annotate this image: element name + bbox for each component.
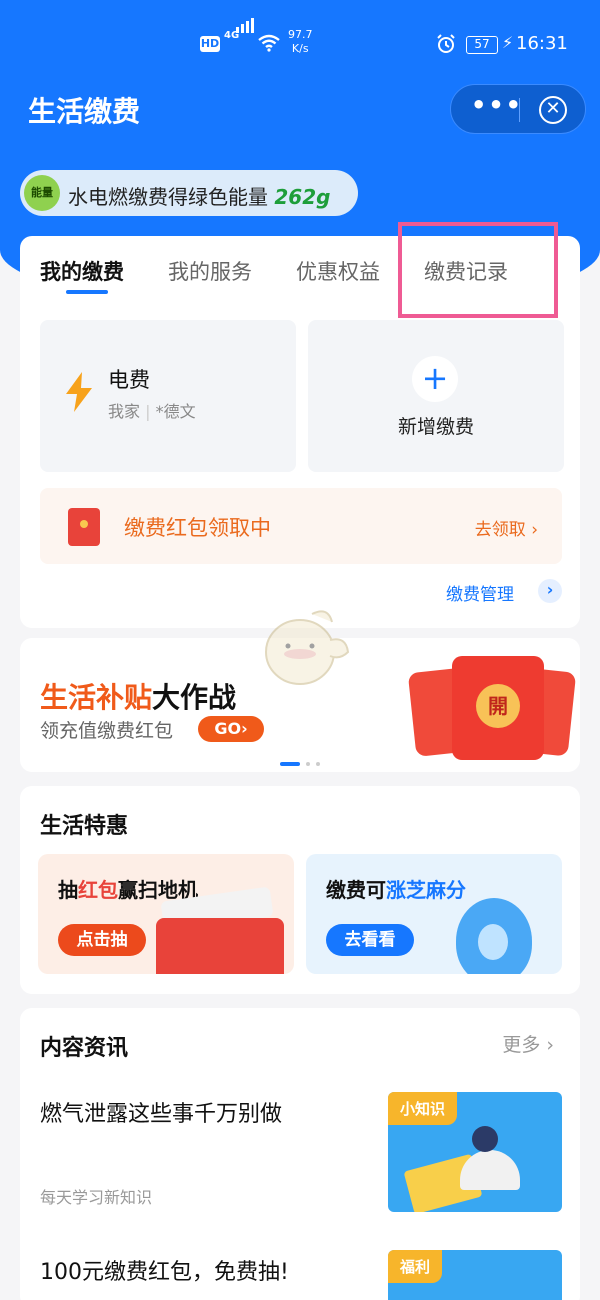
bill-account: 我家 | *德文 bbox=[108, 398, 196, 422]
more-link[interactable]: 更多 › bbox=[502, 1030, 554, 1057]
banner-title-rest: 大作战 bbox=[152, 681, 237, 714]
speed-unit: K/s bbox=[291, 42, 309, 55]
tab-my-payments[interactable]: 我的缴费 bbox=[40, 256, 124, 286]
thumbnail-tag: 小知识 bbox=[388, 1092, 458, 1125]
view-button[interactable]: 去看看 bbox=[326, 924, 414, 956]
draw-button[interactable]: 点击抽 bbox=[58, 924, 146, 956]
promo-title-highlight: 红包 bbox=[78, 878, 118, 902]
close-circle-icon[interactable]: ✕ bbox=[539, 96, 567, 124]
hd-badge: HD bbox=[200, 36, 220, 52]
promo-title-highlight: 涨芝麻分 bbox=[386, 878, 466, 902]
news-thumbnail[interactable]: 小知识 bbox=[388, 1092, 562, 1212]
bill-owner: *德文 bbox=[155, 402, 196, 421]
section-title: 生活特惠 bbox=[40, 814, 129, 839]
energy-badge-icon: 能量 bbox=[24, 175, 60, 211]
status-bar: HD 4G 97.7 K/s 57 ⚡ 16:31 bbox=[0, 0, 600, 70]
network-speed: 97.7 K/s bbox=[288, 28, 313, 56]
add-payment-label: 新增缴费 bbox=[397, 416, 474, 438]
red-envelope-image: 開 bbox=[452, 656, 544, 760]
sesame-drop-image bbox=[456, 898, 532, 974]
chevron-right-icon: › bbox=[531, 520, 538, 540]
promo-title-prefix: 抽 bbox=[58, 878, 78, 902]
clock: 16:31 bbox=[516, 33, 568, 54]
payment-management-link[interactable]: 缴费管理 bbox=[446, 580, 514, 605]
news-thumbnail[interactable]: 福利 bbox=[388, 1250, 562, 1300]
bill-separator: | bbox=[145, 402, 151, 421]
promo-title: 缴费可涨芝麻分 bbox=[326, 874, 466, 903]
mini-app-capsule: ••• ✕ bbox=[450, 84, 586, 134]
banner-title: 生活补贴大作战 bbox=[40, 676, 236, 716]
highlight-annotation-box bbox=[398, 222, 558, 318]
chevron-right-icon[interactable]: › bbox=[538, 579, 562, 603]
bill-account-name: 我家 bbox=[108, 402, 141, 421]
red-packet-text: 缴费红包领取中 bbox=[124, 516, 271, 540]
section-title: 内容资讯 bbox=[40, 1036, 129, 1061]
gift-box-image bbox=[156, 918, 284, 974]
green-energy-banner[interactable]: 能量 水电燃缴费得绿色能量 262g bbox=[20, 170, 358, 216]
banner-title-highlight: 生活补贴 bbox=[40, 681, 153, 714]
red-envelope-icon bbox=[68, 508, 100, 546]
page-title: 生活缴费 bbox=[28, 95, 141, 128]
wifi-icon bbox=[258, 34, 280, 57]
electric-bill-tile[interactable]: 电费 我家 | *德文 bbox=[40, 320, 296, 472]
promo-title-prefix: 缴费可 bbox=[326, 878, 386, 902]
battery-indicator: 57 bbox=[466, 36, 498, 54]
red-packet-banner[interactable]: 缴费红包领取中 去领取 › bbox=[40, 488, 562, 564]
energy-label: 水电燃缴费得绿色能量 bbox=[68, 185, 268, 209]
alarm-icon bbox=[436, 34, 456, 59]
energy-text: 水电燃缴费得绿色能量 262g bbox=[68, 181, 330, 210]
banner-subtitle: 领充值缴费红包 bbox=[40, 720, 174, 742]
bill-type: 电费 bbox=[108, 368, 150, 392]
promo-sesame-score[interactable]: 缴费可涨芝麻分 去看看 bbox=[306, 854, 562, 974]
news-item-title[interactable]: 100元缴费红包，免费抽! bbox=[40, 1254, 289, 1286]
news-item-subtitle: 每天学习新知识 bbox=[40, 1188, 153, 1207]
plus-icon: + bbox=[412, 356, 458, 402]
claim-link[interactable]: 去领取 › bbox=[475, 515, 538, 540]
capsule-divider bbox=[519, 98, 520, 122]
energy-amount: 262g bbox=[274, 185, 331, 209]
payment-card: 我的缴费 我的服务 优惠权益 缴费记录 电费 我家 | *德文 + 新增缴费 缴… bbox=[20, 222, 580, 628]
news-card: 内容资讯 更多 › 燃气泄露这些事千万别做 每天学习新知识 小知识 100元缴费… bbox=[20, 1008, 580, 1300]
thumbnail-person bbox=[472, 1126, 498, 1152]
news-item-title[interactable]: 燃气泄露这些事千万别做 bbox=[40, 1096, 282, 1128]
envelope-seal: 開 bbox=[476, 684, 520, 728]
add-payment-tile[interactable]: + 新增缴费 bbox=[308, 320, 564, 472]
tab-my-services[interactable]: 我的服务 bbox=[168, 256, 252, 286]
promo-draw-robot[interactable]: 抽红包赢扫地机 点击抽 bbox=[38, 854, 294, 974]
charging-icon: ⚡ bbox=[502, 33, 514, 52]
tab-discounts[interactable]: 优惠权益 bbox=[296, 256, 380, 286]
more-dots-icon[interactable]: ••• bbox=[471, 93, 521, 123]
mascot-watermark bbox=[265, 610, 350, 685]
claim-link-label: 去领取 bbox=[474, 520, 526, 540]
speed-value: 97.7 bbox=[288, 28, 313, 41]
life-specials-card: 生活特惠 抽红包赢扫地机 点击抽 缴费可涨芝麻分 去看看 bbox=[20, 786, 580, 994]
active-tab-indicator bbox=[66, 290, 108, 294]
thumbnail-tag: 福利 bbox=[388, 1250, 443, 1283]
go-button[interactable]: GO› bbox=[198, 716, 264, 742]
lightning-icon bbox=[66, 372, 92, 412]
